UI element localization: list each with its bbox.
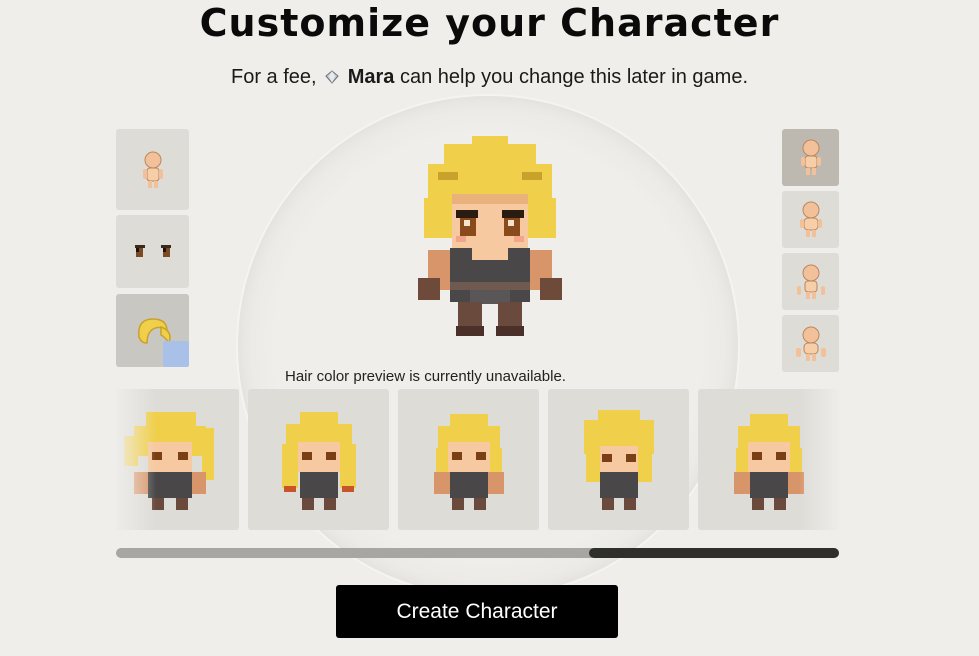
hair-style-sprite bbox=[433, 413, 504, 510]
body-type-3-icon bbox=[796, 264, 825, 299]
page-title: Customize your Character bbox=[199, 1, 780, 45]
carousel-scrollbar-thumb[interactable] bbox=[589, 548, 839, 558]
category-base-body[interactable] bbox=[116, 129, 189, 210]
hair-style-option[interactable] bbox=[116, 389, 239, 530]
hair-style-option[interactable] bbox=[548, 389, 689, 530]
body-type-3[interactable] bbox=[782, 253, 839, 310]
hair-style-option[interactable] bbox=[698, 389, 839, 530]
character-preview bbox=[418, 136, 562, 336]
hair-style-option[interactable] bbox=[248, 389, 389, 530]
npc-name: Mara bbox=[347, 66, 395, 88]
hair-style-sprite bbox=[281, 411, 356, 510]
body-type-4-icon bbox=[795, 326, 826, 361]
body-type-1-icon bbox=[800, 139, 821, 175]
hair-style-option[interactable] bbox=[398, 389, 539, 530]
category-hair[interactable] bbox=[116, 294, 189, 367]
body-type-4[interactable] bbox=[782, 315, 839, 372]
subtitle-suffix: can help you change this later in game. bbox=[400, 66, 748, 88]
hair-style-sprite bbox=[123, 411, 214, 510]
eyes-icon bbox=[134, 244, 171, 257]
hair-color-badge bbox=[163, 341, 189, 367]
create-character-button[interactable]: Create Character bbox=[336, 585, 618, 638]
carousel-scrollbar[interactable] bbox=[116, 548, 839, 558]
body-type-2-icon bbox=[799, 201, 822, 237]
subtitle-prefix: For a fee, bbox=[231, 66, 317, 88]
hair-style-sprite bbox=[733, 413, 804, 510]
category-eyes[interactable] bbox=[116, 215, 189, 288]
hair-style-sprite bbox=[583, 409, 654, 510]
body-type-1[interactable] bbox=[782, 129, 839, 186]
hair-style-carousel[interactable] bbox=[116, 389, 839, 530]
hair-color-notice: Hair color preview is currently unavaila… bbox=[285, 368, 566, 385]
body-type-2[interactable] bbox=[782, 191, 839, 248]
gem-icon bbox=[325, 70, 339, 84]
page-subtitle: For a fee, Mara can help you change this… bbox=[0, 64, 979, 90]
base-body-icon bbox=[142, 151, 163, 188]
